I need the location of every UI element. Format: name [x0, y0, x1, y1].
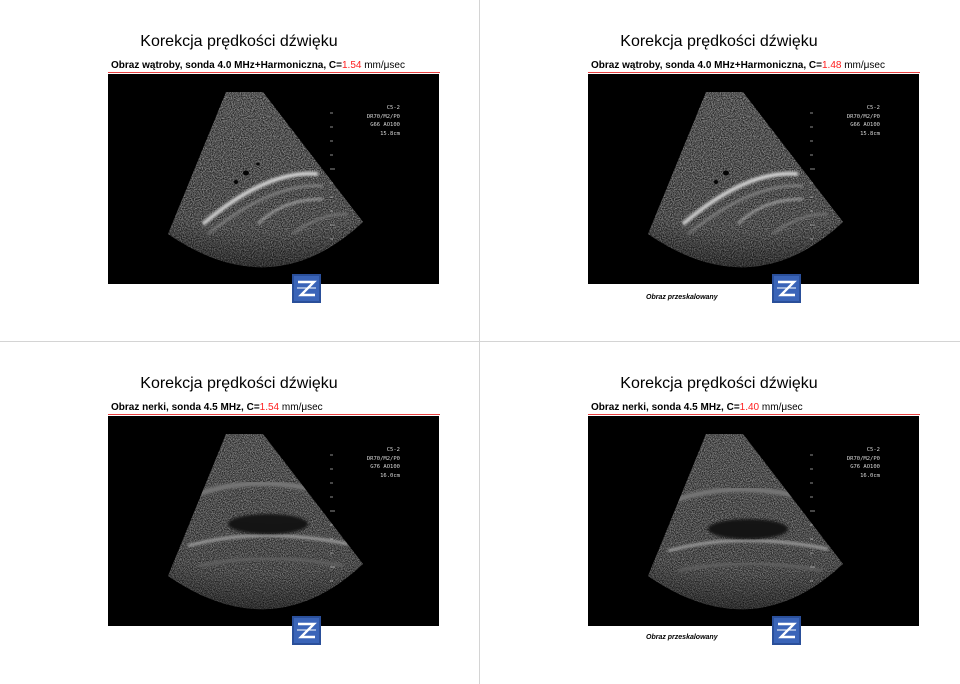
slide-1: Korekcja prędkości dźwięku Obraz wątroby…: [0, 0, 478, 340]
title-rule: [108, 72, 440, 73]
depth-scale: [330, 112, 335, 240]
ultrasound-image-liver: C5-2 DR70/M2/P0 G66 AO100 15.8cm: [108, 74, 439, 284]
subtitle-prefix: Obraz nerki, sonda 4.5 MHz, C=: [111, 402, 260, 413]
ultrasound-image-kidney: C5-2 DR70/M2/P0 G76 AO100 16.0cm: [588, 416, 919, 626]
slide-subtitle: Obraz nerki, sonda 4.5 MHz, C=1.40 mm/μs…: [591, 402, 803, 413]
rescaled-caption: Obraz przeskalowany: [646, 294, 718, 301]
title-rule: [588, 414, 920, 415]
depth-scale: [810, 112, 815, 240]
subtitle-prefix: Obraz nerki, sonda 4.5 MHz, C=: [591, 402, 740, 413]
depth-scale: [810, 454, 815, 582]
scanner-readout: C5-2 DR70/M2/P0 G66 AO100 15.8cm: [846, 105, 880, 137]
subtitle-prefix: Obraz wątroby, sonda 4.0 MHz+Harmoniczna…: [591, 60, 822, 71]
rescaled-caption: Obraz przeskalowany: [646, 634, 718, 641]
z-logo-icon: [292, 616, 321, 645]
speed-value: 1.40: [739, 402, 760, 413]
scanner-readout: C5-2 DR70/M2/P0 G76 AO100 16.0cm: [846, 447, 880, 479]
scanner-readout: C5-2 DR70/M2/P0 G76 AO100 16.0cm: [366, 447, 400, 479]
speed-value: 1.54: [259, 402, 280, 413]
subtitle-unit: mm/μsec: [841, 60, 885, 71]
slide-title: Korekcja prędkości dźwięku: [620, 33, 818, 50]
z-logo-icon: [772, 616, 801, 645]
subtitle-prefix: Obraz wątroby, sonda 4.0 MHz+Harmoniczna…: [111, 60, 342, 71]
title-rule: [108, 414, 440, 415]
scanner-readout: C5-2 DR70/M2/P0 G66 AO100 15.8cm: [366, 105, 400, 137]
slide-subtitle: Obraz wątroby, sonda 4.0 MHz+Harmoniczna…: [111, 60, 405, 71]
speed-value: 1.54: [341, 60, 362, 71]
depth-scale: [330, 454, 335, 582]
z-logo-icon: [772, 274, 801, 303]
subtitle-unit: mm/μsec: [361, 60, 405, 71]
slide-3: Korekcja prędkości dźwięku Obraz nerki, …: [0, 342, 478, 682]
slide-subtitle: Obraz nerki, sonda 4.5 MHz, C=1.54 mm/μs…: [111, 402, 323, 413]
subtitle-unit: mm/μsec: [279, 402, 323, 413]
slide-title: Korekcja prędkości dźwięku: [620, 375, 818, 392]
slide-4: Korekcja prędkości dźwięku Obraz nerki, …: [480, 342, 958, 682]
subtitle-unit: mm/μsec: [759, 402, 803, 413]
slide-title: Korekcja prędkości dźwięku: [140, 33, 338, 50]
title-rule: [588, 72, 920, 73]
speed-value: 1.48: [821, 60, 842, 71]
ultrasound-image-kidney: C5-2 DR70/M2/P0 G76 AO100 16.0cm: [108, 416, 439, 626]
slide-2: Korekcja prędkości dźwięku Obraz wątroby…: [480, 0, 958, 340]
z-logo-icon: [292, 274, 321, 303]
ultrasound-image-liver: C5-2 DR70/M2/P0 G66 AO100 15.8cm: [588, 74, 919, 284]
slide-subtitle: Obraz wątroby, sonda 4.0 MHz+Harmoniczna…: [591, 60, 885, 71]
slide-title: Korekcja prędkości dźwięku: [140, 375, 338, 392]
